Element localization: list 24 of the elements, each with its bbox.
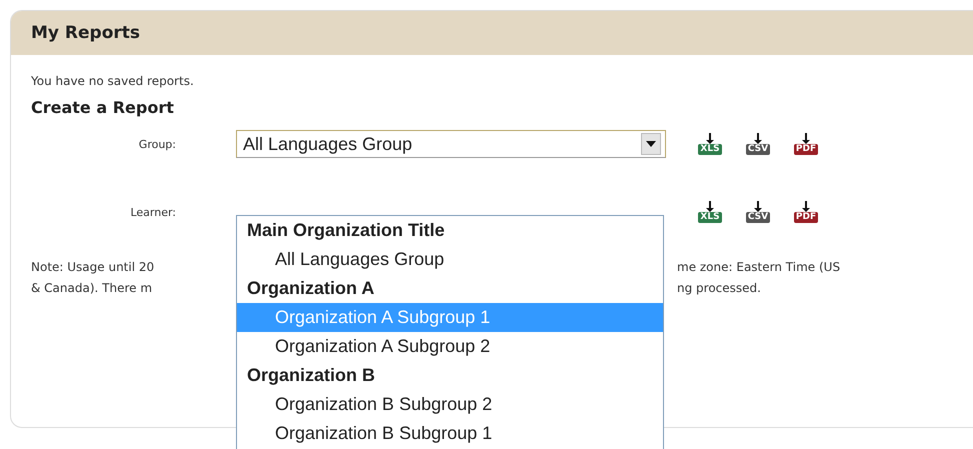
field-label: Group: bbox=[138, 138, 176, 150]
dropdown-option[interactable]: Organization B Subgroup 1 bbox=[237, 419, 663, 448]
download-csv-button[interactable]: CSV bbox=[744, 201, 772, 223]
option-group-header: Organization B bbox=[246, 364, 376, 387]
download-pdf-button[interactable]: PDF bbox=[792, 133, 820, 155]
dropdown-caret-icon[interactable] bbox=[641, 133, 661, 155]
download-xls-button[interactable]: XLS bbox=[696, 133, 724, 155]
note-text: me zone: Eastern Time (US bbox=[677, 259, 840, 276]
option-group-header: Main Organization Title bbox=[246, 219, 446, 242]
download-csv-button[interactable]: CSV bbox=[744, 133, 772, 155]
no-reports-message: You have no saved reports. bbox=[31, 74, 195, 88]
download-xls-button[interactable]: XLS bbox=[696, 201, 724, 223]
dropdown-option[interactable]: Organization A Subgroup 2 bbox=[237, 332, 663, 361]
note-text: Note: Usage until 20 bbox=[31, 259, 156, 276]
download-pdf-button[interactable]: PDF bbox=[792, 201, 820, 223]
option-group-header: Organization A bbox=[246, 277, 376, 300]
dropdown-option[interactable]: Organization B Subgroup 2 bbox=[237, 390, 663, 419]
group-dropdown[interactable]: All Languages Group bbox=[236, 130, 666, 158]
panel-title: My Reports bbox=[31, 23, 140, 43]
note-text: & Canada). There m bbox=[31, 280, 154, 297]
dropdown-option[interactable]: All Languages Group bbox=[237, 245, 663, 274]
field-label: Learner: bbox=[129, 206, 176, 218]
section-title: Create a Report bbox=[31, 98, 175, 117]
note-text: ng processed. bbox=[677, 280, 761, 297]
